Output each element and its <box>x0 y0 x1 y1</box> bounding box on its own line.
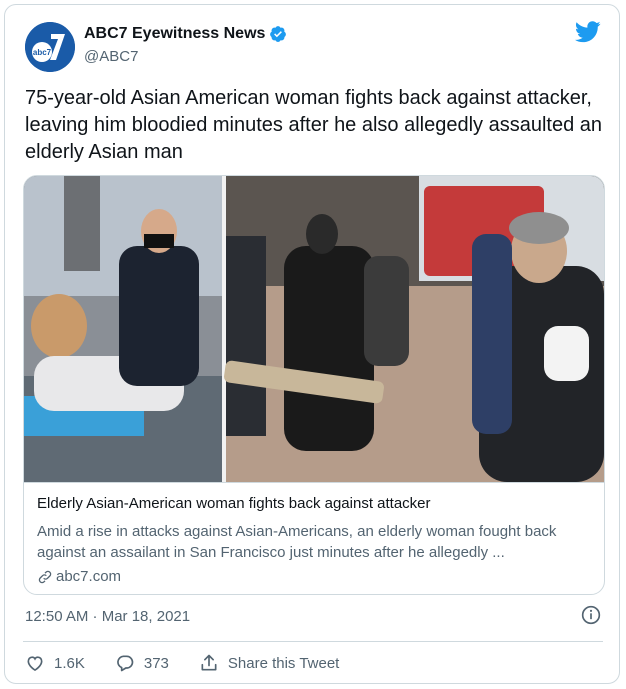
divider <box>23 641 603 642</box>
tweet-embed: abc7 ABC7 Eyewitness News @ABC7 75-year-… <box>4 4 620 684</box>
link-card-description: Amid a rise in attacks against Asian-Ame… <box>37 523 557 561</box>
reply-button[interactable]: 373 <box>115 653 169 673</box>
heart-icon <box>27 656 43 672</box>
avatar[interactable]: abc7 <box>25 22 75 72</box>
account-handle[interactable]: @ABC7 <box>84 48 138 65</box>
tweet-actions: 1.6K 373 Share this Tweet <box>25 653 369 673</box>
link-card[interactable]: Elderly Asian-American woman fights back… <box>23 175 605 595</box>
link-card-domain-row[interactable]: abc7.com <box>37 568 121 585</box>
reply-icon <box>117 655 134 672</box>
share-label: Share this Tweet <box>227 654 340 672</box>
tweet-timestamp[interactable]: 12:50 AM · Mar 18, 2021 <box>25 608 190 625</box>
link-icon <box>38 570 52 583</box>
share-icon <box>201 654 217 671</box>
tweet-text: 75-year-old Asian American woman fights … <box>25 87 603 163</box>
link-card-body[interactable]: Elderly Asian-American woman fights back… <box>24 482 604 594</box>
display-name[interactable]: ABC7 Eyewitness News <box>84 25 265 43</box>
verified-badge-icon <box>270 26 287 42</box>
link-card-domain[interactable]: abc7.com <box>56 568 121 585</box>
display-name-row[interactable]: ABC7 Eyewitness News <box>84 25 287 43</box>
like-count: 1.6K <box>54 654 85 672</box>
twitter-bird-icon[interactable] <box>575 21 601 43</box>
reply-count: 373 <box>143 654 169 672</box>
news-photo-image[interactable] <box>24 176 604 482</box>
abc7-logo-icon: abc7 <box>25 22 75 72</box>
info-icon[interactable] <box>581 605 601 625</box>
link-card-title[interactable]: Elderly Asian-American woman fights back… <box>37 495 431 512</box>
avatar-logo-text: abc7 <box>33 48 52 57</box>
like-button[interactable]: 1.6K <box>25 653 85 673</box>
share-button[interactable]: Share this Tweet <box>199 653 339 673</box>
